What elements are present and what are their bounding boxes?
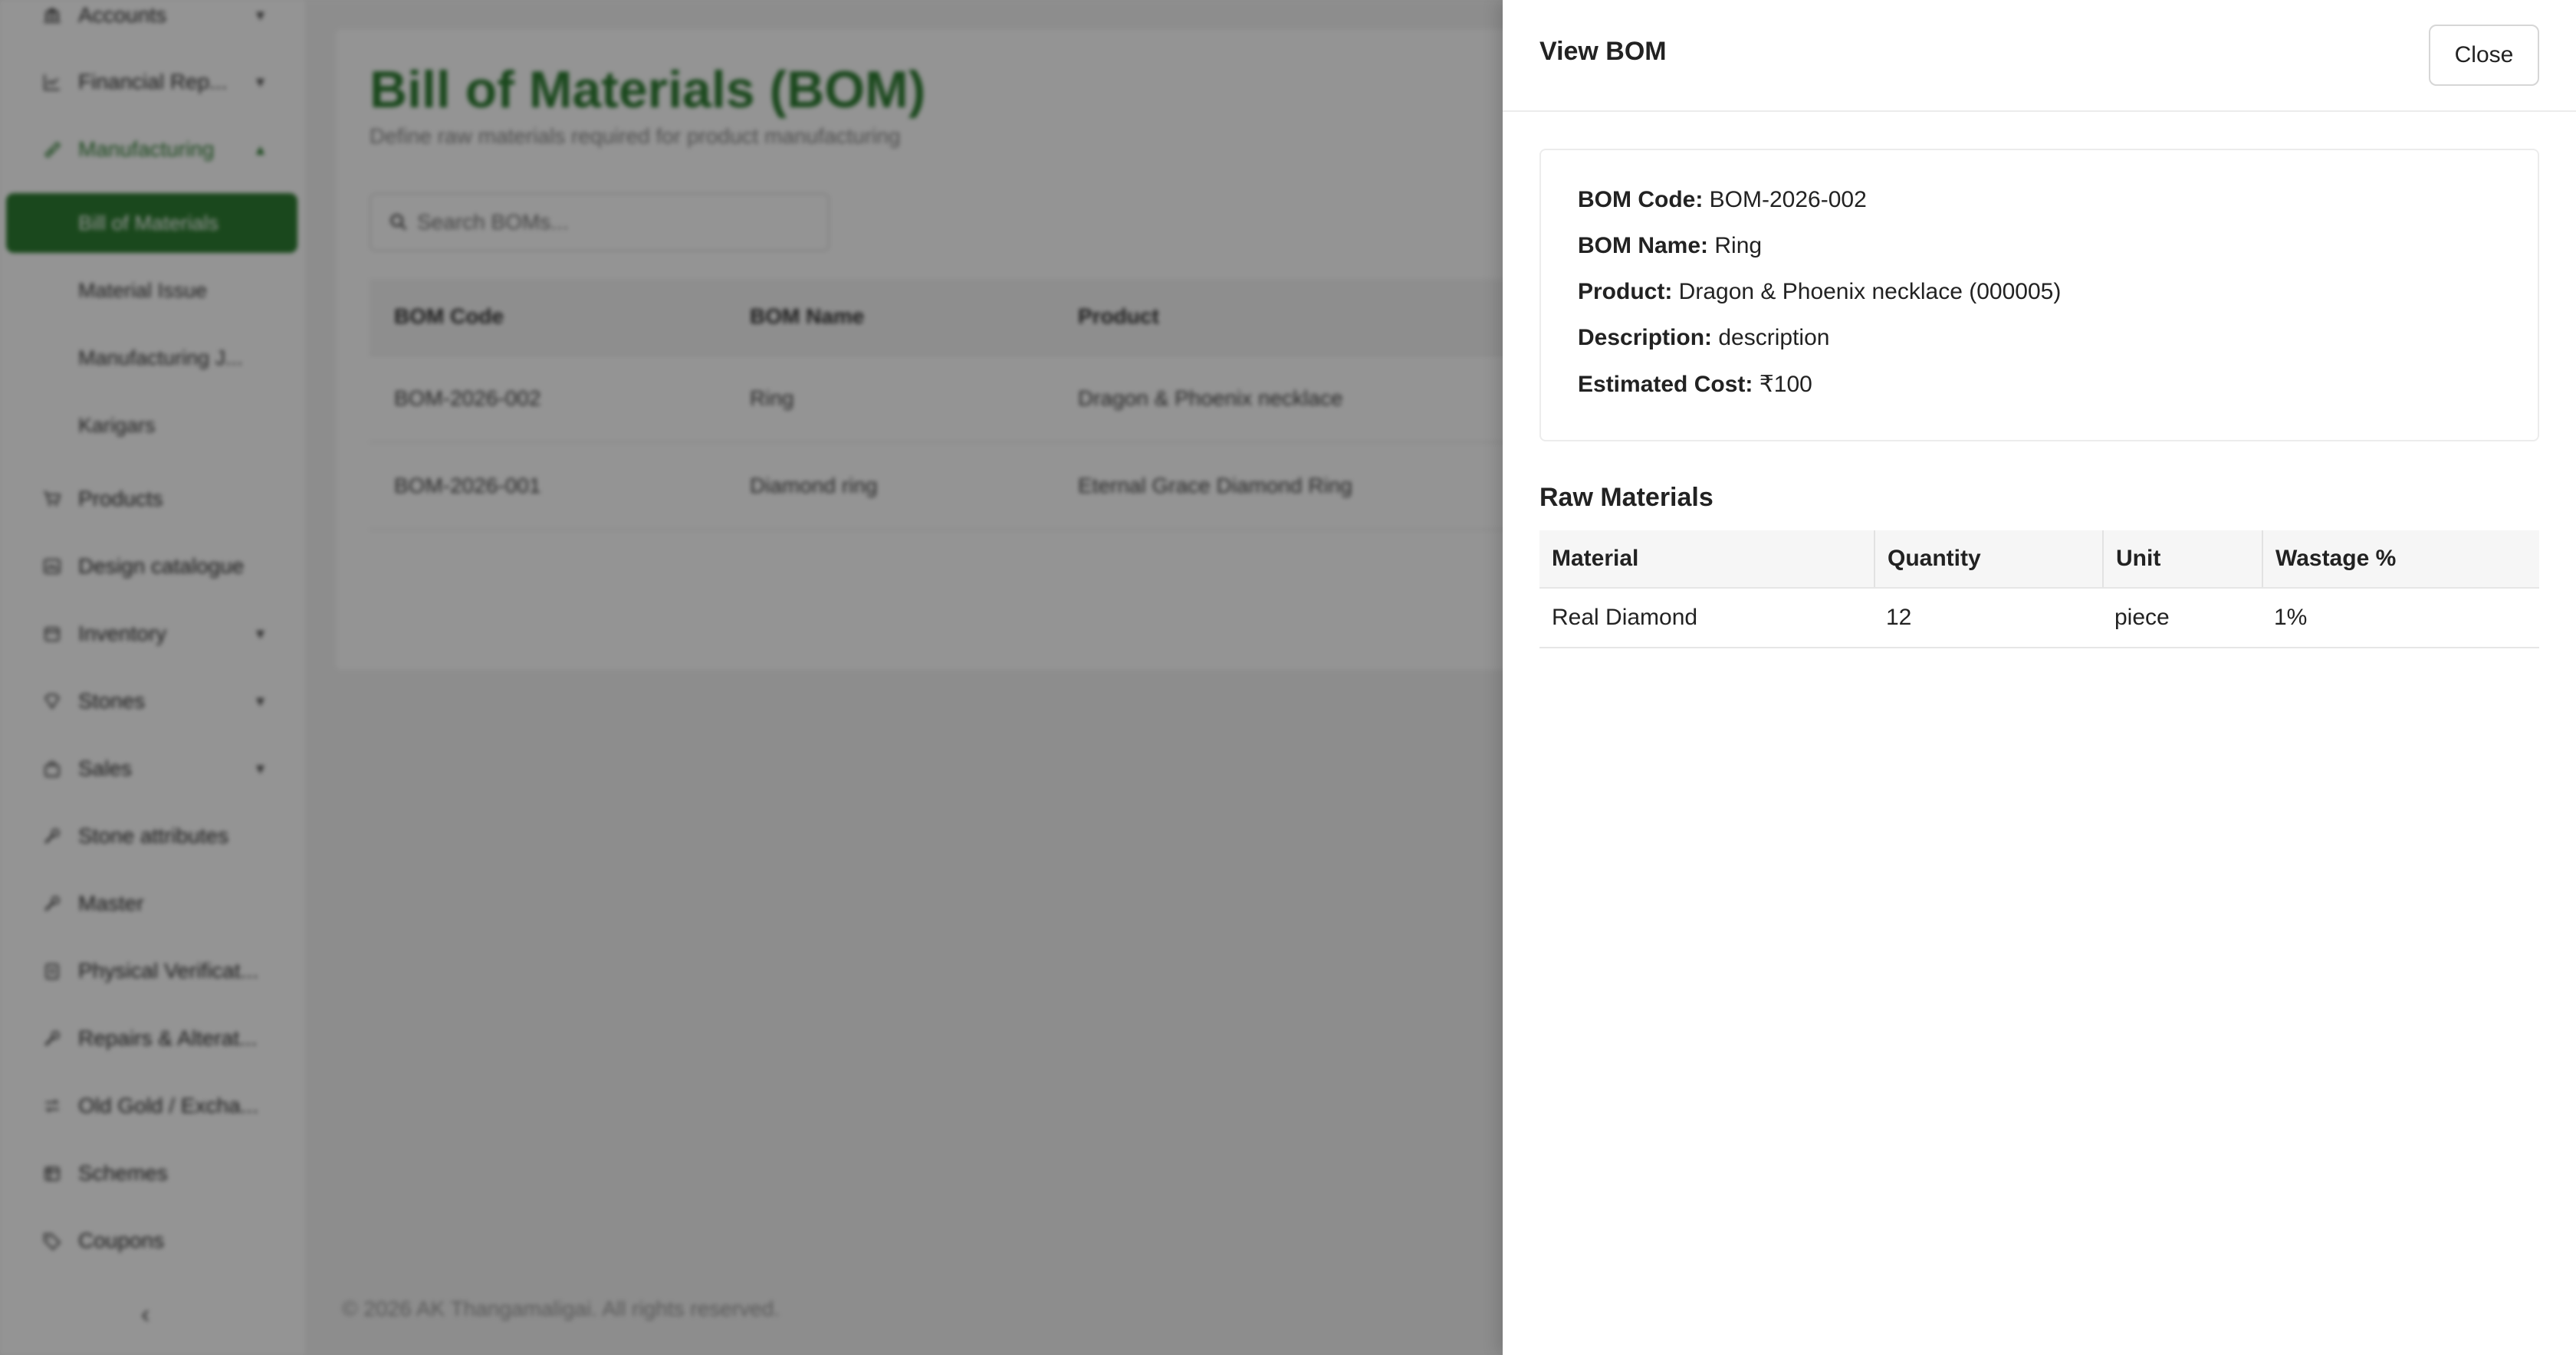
view-bom-drawer: View BOM Close BOM Code: BOM-2026-002 BO… xyxy=(1503,0,2576,1355)
detail-bom-name: BOM Name: Ring xyxy=(1578,233,1762,259)
detail-label: Estimated Cost: xyxy=(1578,372,1753,397)
detail-label: BOM Name: xyxy=(1578,233,1709,258)
drawer-title: View BOM xyxy=(1539,37,1667,66)
cell-quantity: 12 xyxy=(1886,605,1912,630)
cell-unit: piece xyxy=(2114,605,2170,630)
detail-value: Ring xyxy=(1714,233,1763,258)
bom-details-card: BOM Code: BOM-2026-002 BOM Name: Ring Pr… xyxy=(1539,149,2539,441)
detail-bom-code: BOM Code: BOM-2026-002 xyxy=(1578,187,1867,213)
cell-wastage: 1% xyxy=(2274,605,2308,630)
detail-value: ₹100 xyxy=(1759,372,1812,397)
column-header-material: Material xyxy=(1552,546,1639,571)
detail-label: BOM Code: xyxy=(1578,187,1704,212)
column-header-unit: Unit xyxy=(2102,530,2262,587)
column-header-wastage: Wastage % xyxy=(2262,530,2539,587)
detail-label: Description: xyxy=(1578,325,1713,350)
detail-value: BOM-2026-002 xyxy=(1709,187,1867,212)
detail-description: Description: description xyxy=(1578,325,1829,351)
cell-material: Real Diamond xyxy=(1552,605,1698,630)
raw-materials-table: Material Quantity Unit Wastage % Real Di… xyxy=(1539,530,2539,648)
detail-value: Dragon & Phoenix necklace (000005) xyxy=(1678,279,2062,304)
table-header: Material Quantity Unit Wastage % xyxy=(1539,530,2539,589)
detail-label: Product: xyxy=(1578,279,1673,304)
raw-materials-title: Raw Materials xyxy=(1539,483,1714,512)
table-row: Real Diamond 12 piece 1% xyxy=(1539,589,2539,648)
column-header-quantity: Quantity xyxy=(1874,530,2102,587)
detail-value: description xyxy=(1718,325,1830,350)
drawer-header: View BOM Close xyxy=(1503,0,2576,112)
detail-estimated-cost: Estimated Cost: ₹100 xyxy=(1578,371,1812,398)
close-button[interactable]: Close xyxy=(2429,25,2539,86)
detail-product: Product: Dragon & Phoenix necklace (0000… xyxy=(1578,279,2061,305)
